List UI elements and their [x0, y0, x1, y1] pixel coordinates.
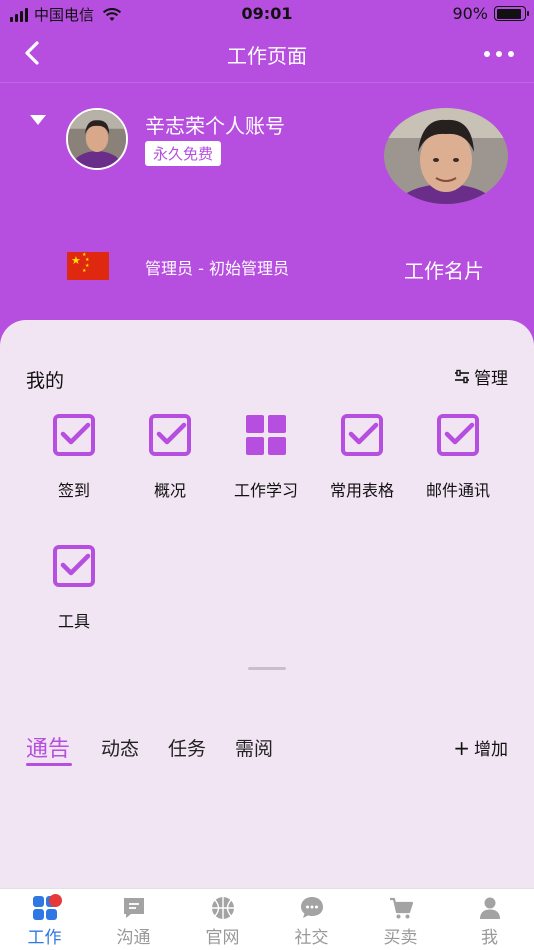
tool-work-study[interactable]: 工作学习: [218, 413, 314, 501]
tab-underline: [26, 763, 72, 766]
status-bar: 中国电信 09:01 90%: [0, 0, 534, 30]
tool-label: 签到: [57, 481, 90, 500]
nav-divider: [0, 82, 534, 83]
drag-handle[interactable]: [248, 667, 286, 670]
tool-common-forms[interactable]: 常用表格: [314, 413, 410, 501]
tabbar-item-social[interactable]: 社交: [267, 889, 356, 950]
tabbar-item-website[interactable]: 官网: [178, 889, 267, 950]
add-label: 增加: [474, 740, 508, 760]
business-card-label[interactable]: 工作名片: [404, 255, 484, 284]
tabbar-label: 买卖: [383, 928, 418, 948]
add-button[interactable]: + 增加: [453, 735, 508, 761]
sliders-icon: [455, 369, 469, 383]
tool-mail[interactable]: 邮件通讯: [410, 413, 506, 501]
grid-icon: [246, 415, 286, 455]
business-card-avatar[interactable]: [384, 108, 508, 204]
bottom-tab-bar: 工作 沟通 官网 社交 买卖 我: [0, 888, 534, 950]
china-flag-icon: ★ ★ ★ ★ ★: [67, 252, 109, 280]
avatar[interactable]: [66, 108, 128, 170]
tool-label: 概况: [153, 481, 186, 500]
tool-label: 工具: [57, 612, 90, 631]
page-title: 工作页面: [227, 44, 307, 68]
tool-label: 工作学习: [233, 481, 298, 500]
tabbar-item-work[interactable]: 工作: [0, 889, 89, 950]
tabbar-item-trade[interactable]: 买卖: [356, 889, 445, 950]
section-title: 我的: [26, 370, 65, 392]
tabbar-item-me[interactable]: 我: [445, 889, 534, 950]
checkbox-icon: [53, 545, 95, 587]
tabbar-label: 沟通: [116, 928, 151, 948]
plan-badge: 永久免费: [145, 141, 222, 166]
tab-to-read[interactable]: 需阅: [235, 734, 273, 761]
notification-dot: [49, 894, 62, 907]
person-icon: [479, 897, 500, 919]
manage-label: 管理: [474, 369, 508, 389]
chat-bubble-icon: [300, 897, 323, 918]
plus-icon: +: [453, 735, 470, 760]
manage-button[interactable]: 管理: [454, 364, 508, 389]
more-dots-icon[interactable]: [484, 44, 514, 64]
role-label: 管理员 - 初始管理员: [145, 259, 289, 278]
basketball-icon: [211, 897, 234, 919]
checkbox-icon: [53, 414, 95, 456]
tab-tasks[interactable]: 任务: [168, 734, 206, 761]
message-icon: [123, 898, 144, 918]
tab-notices[interactable]: 通告: [26, 731, 70, 763]
tool-tools[interactable]: 工具: [26, 544, 122, 632]
tab-updates[interactable]: 动态: [101, 734, 139, 761]
tabbar-label: 我: [481, 928, 498, 948]
tabbar-label: 官网: [205, 928, 240, 948]
battery-icon: [494, 6, 529, 21]
checkbox-icon: [437, 414, 479, 456]
checkbox-icon: [341, 414, 383, 456]
tool-label: 邮件通讯: [425, 481, 490, 500]
account-dropdown-icon[interactable]: [30, 115, 46, 125]
checkbox-icon: [149, 414, 191, 456]
tool-label: 常用表格: [329, 481, 394, 500]
tool-overview[interactable]: 概况: [122, 413, 218, 501]
tabbar-item-communicate[interactable]: 沟通: [89, 889, 178, 950]
battery-percent: 90%: [452, 4, 488, 23]
tabbar-label: 社交: [294, 928, 329, 948]
tool-sign-in[interactable]: 签到: [26, 413, 122, 501]
tabbar-label: 工作: [27, 928, 62, 948]
cart-icon: [389, 897, 413, 919]
status-right: 90%: [452, 4, 529, 23]
account-name: 辛志荣个人账号: [145, 114, 285, 138]
